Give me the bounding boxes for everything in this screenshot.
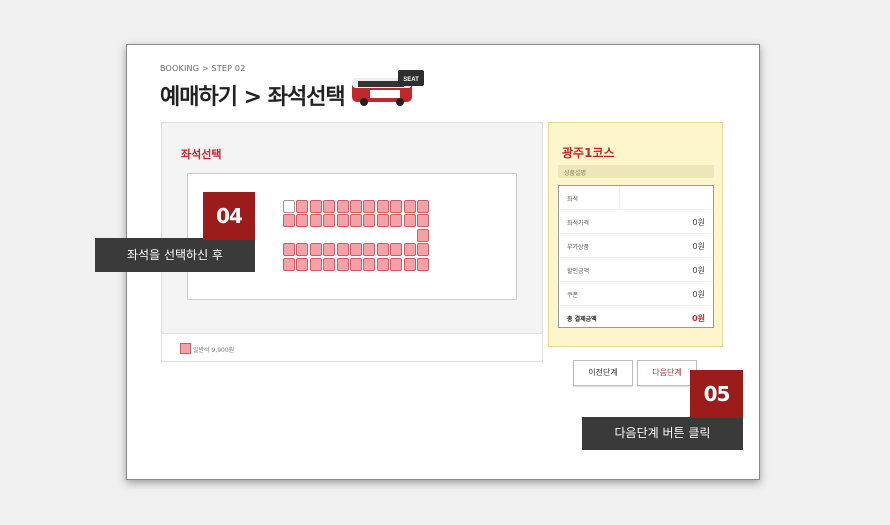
row-label: 총 결제금액 xyxy=(567,316,597,323)
price-table: 좌석 좌석가격 0원 부가상품 0원 할인금액 0원 쿠폰 0원 총 결제금액 … xyxy=(558,185,714,328)
next-step-button[interactable]: 다음단계 xyxy=(637,360,697,386)
seat[interactable] xyxy=(309,258,322,271)
seat[interactable] xyxy=(283,243,295,256)
seat[interactable] xyxy=(376,200,389,213)
row-label: 좌석 xyxy=(567,196,579,203)
seat[interactable] xyxy=(336,243,349,256)
row-value: 0원 xyxy=(692,290,705,299)
seat[interactable] xyxy=(350,258,362,271)
seat[interactable] xyxy=(350,200,362,213)
seat[interactable] xyxy=(403,214,416,227)
seat-panel-title: 좌석선택 xyxy=(181,148,222,161)
seat[interactable] xyxy=(283,258,295,271)
page-title: 예매하기 > 좌석선택 xyxy=(160,85,346,110)
seat[interactable] xyxy=(417,243,429,256)
seat[interactable] xyxy=(296,214,309,227)
row-addon: 부가상품 0원 xyxy=(559,234,713,258)
legend-swatch xyxy=(180,343,191,354)
seat[interactable] xyxy=(390,258,403,271)
seat[interactable] xyxy=(336,258,349,271)
seat[interactable] xyxy=(390,200,403,213)
row-value: 0원 xyxy=(692,242,705,251)
seat[interactable] xyxy=(417,200,429,213)
seat[interactable] xyxy=(323,214,336,227)
row-total: 총 결제금액 0원 xyxy=(559,306,713,330)
seat[interactable] xyxy=(417,214,429,227)
seat[interactable] xyxy=(309,200,322,213)
seat[interactable] xyxy=(350,243,362,256)
step-04-badge: 04 xyxy=(203,192,255,240)
seat[interactable] xyxy=(363,214,376,227)
row-label: 좌석가격 xyxy=(567,220,590,227)
seat[interactable] xyxy=(376,243,389,256)
row-value: 0원 xyxy=(692,266,705,275)
breadcrumb: BOOKING > STEP 02 xyxy=(160,64,246,73)
seat[interactable] xyxy=(323,243,336,256)
seat[interactable] xyxy=(403,243,416,256)
seat[interactable] xyxy=(350,214,362,227)
seat[interactable] xyxy=(403,200,416,213)
row-label: 할인금액 xyxy=(567,268,590,275)
row-coupon: 쿠폰 0원 xyxy=(559,282,713,306)
seat[interactable] xyxy=(296,200,309,213)
seat[interactable] xyxy=(376,214,389,227)
seat[interactable] xyxy=(363,258,376,271)
row-seat-price: 좌석가격 0원 xyxy=(559,210,713,234)
seat[interactable] xyxy=(363,243,376,256)
seat[interactable] xyxy=(309,243,322,256)
row-seat: 좌석 xyxy=(559,186,713,210)
product-desc: 상품설명 xyxy=(558,165,714,178)
seat[interactable] xyxy=(296,258,309,271)
step-05-callout: 다음단계 버튼 클릭 xyxy=(582,417,743,450)
course-title: 광주1코스 xyxy=(562,146,615,160)
bus-icon: SEAT xyxy=(352,70,424,106)
seat[interactable] xyxy=(376,258,389,271)
seat[interactable] xyxy=(323,200,336,213)
seat[interactable] xyxy=(417,229,429,242)
row-discount: 할인금액 0원 xyxy=(559,258,713,282)
seat[interactable] xyxy=(283,214,295,227)
prev-step-button[interactable]: 이전단계 xyxy=(573,360,633,386)
legend-text: 일반석 9,900원 xyxy=(193,347,235,354)
seat[interactable] xyxy=(417,258,429,271)
seat[interactable] xyxy=(309,214,322,227)
row-label: 부가상품 xyxy=(567,244,590,251)
seat[interactable] xyxy=(296,243,309,256)
row-value: 0원 xyxy=(692,218,705,227)
seat[interactable] xyxy=(390,243,403,256)
seat[interactable] xyxy=(336,214,349,227)
step-04-callout: 좌석을 선택하신 후 xyxy=(95,238,255,272)
seat[interactable] xyxy=(403,258,416,271)
seat-badge-text: SEAT xyxy=(403,77,419,83)
seat[interactable] xyxy=(336,200,349,213)
step-05-badge: 05 xyxy=(690,370,743,418)
seat[interactable] xyxy=(323,258,336,271)
seat[interactable] xyxy=(283,200,295,213)
row-label: 쿠폰 xyxy=(567,292,579,299)
row-value: 0원 xyxy=(692,314,705,323)
seat[interactable] xyxy=(390,214,403,227)
seat[interactable] xyxy=(363,200,376,213)
